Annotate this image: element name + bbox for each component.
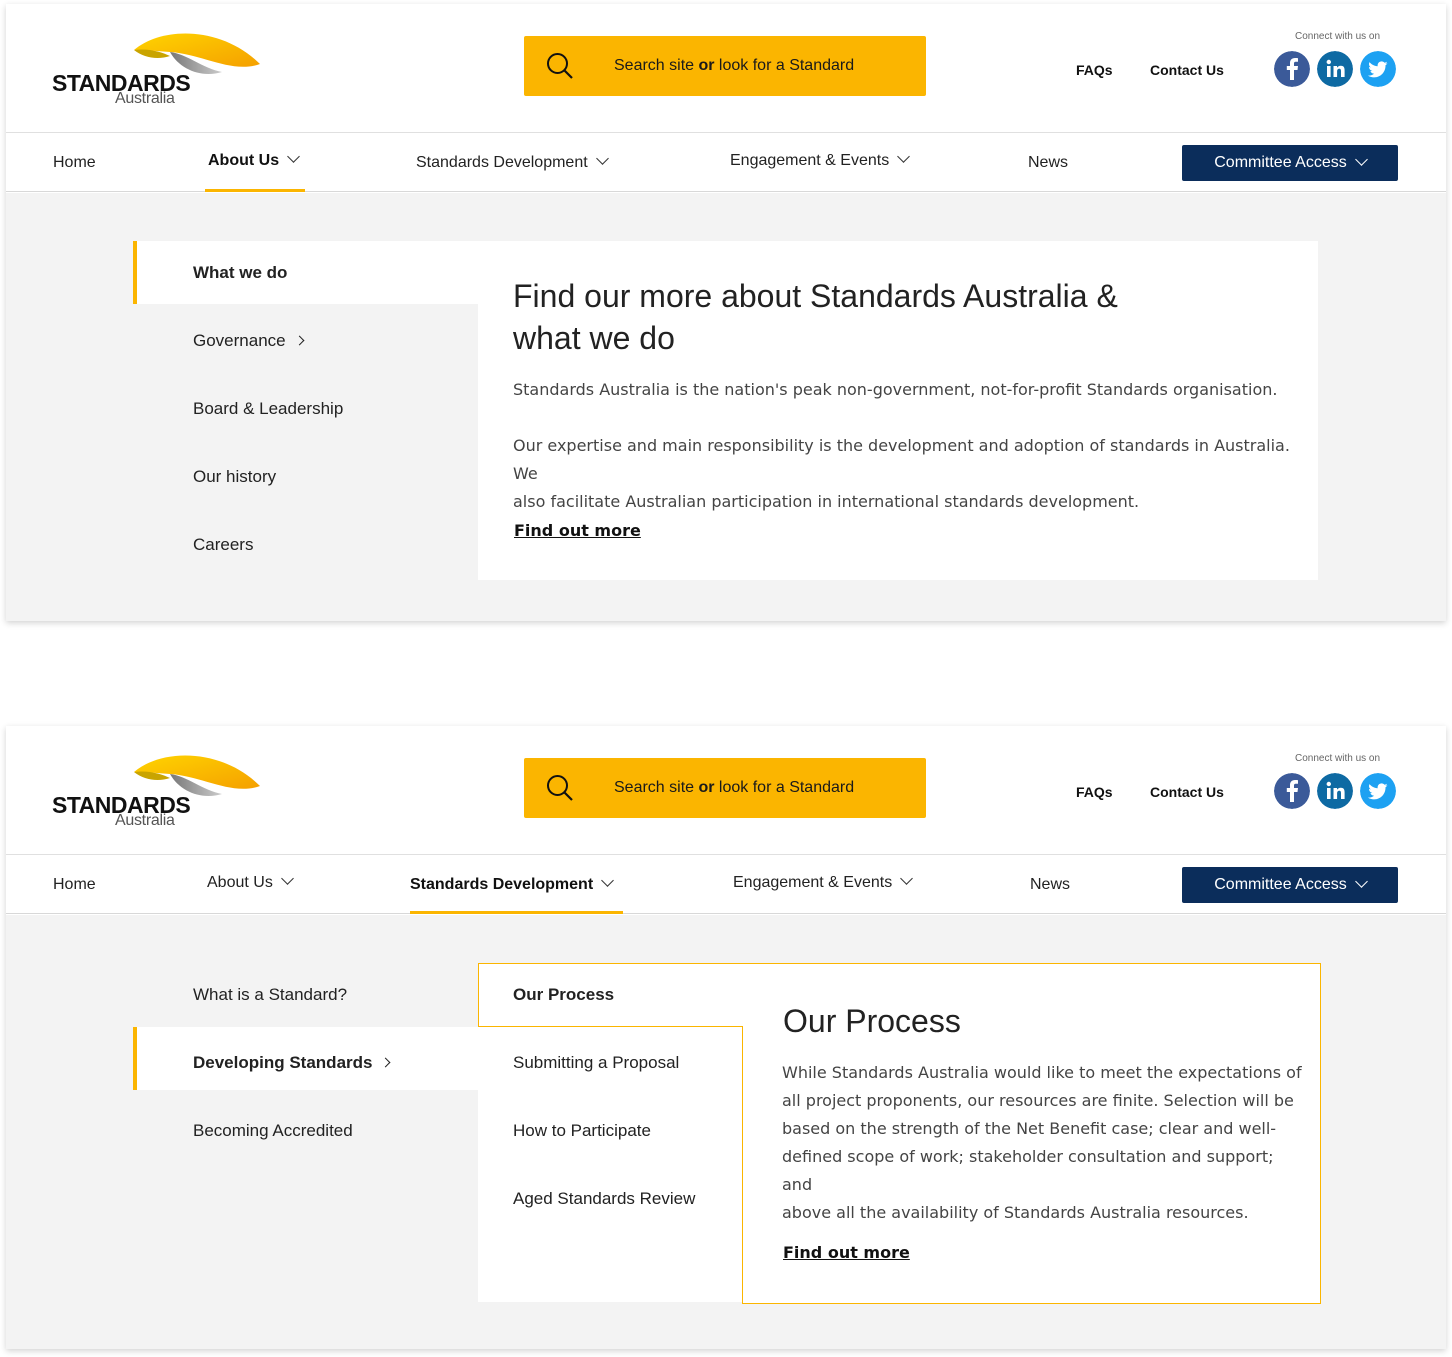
megamenu-content: Our Process While Standards Australia wo… xyxy=(742,963,1321,1304)
nav-engagement-events[interactable]: Engagement & Events xyxy=(730,150,911,170)
submenu-aged-standards-review[interactable]: Aged Standards Review xyxy=(513,1189,695,1209)
submenu-how-to-participate[interactable]: How to Participate xyxy=(513,1121,651,1141)
faqs-link[interactable]: FAQs xyxy=(1076,62,1113,78)
find-out-more-link[interactable]: Find out more xyxy=(783,1243,910,1262)
nav-news[interactable]: News xyxy=(1030,876,1070,894)
site-header: STANDARDS Australia Search site or look … xyxy=(6,726,1446,855)
search-icon xyxy=(547,53,573,79)
menu-becoming-accredited[interactable]: Becoming Accredited xyxy=(193,1121,353,1141)
search-bar[interactable]: Search site or look for a Standard xyxy=(524,758,926,818)
menu-careers[interactable]: Careers xyxy=(193,535,253,555)
twitter-icon[interactable] xyxy=(1360,51,1396,87)
menu-developing-standards[interactable]: Developing Standards xyxy=(193,1053,391,1073)
nav-home[interactable]: Home xyxy=(53,876,96,894)
sidebar-active-item xyxy=(133,241,478,304)
submenu-submitting-a-proposal[interactable]: Submitting a Proposal xyxy=(513,1053,679,1073)
twitter-icon[interactable] xyxy=(1360,773,1396,809)
connect-label: Connect with us on xyxy=(1295,31,1381,42)
linkedin-icon[interactable] xyxy=(1317,51,1353,87)
linkedin-icon[interactable] xyxy=(1317,773,1353,809)
chevron-down-icon xyxy=(900,872,914,885)
chevron-down-icon xyxy=(897,150,911,163)
content-title: Find our more about Standards Australia … xyxy=(513,278,1118,356)
nav-home[interactable]: Home xyxy=(53,154,96,172)
megamenu-content: Find our more about Standards Australia … xyxy=(478,241,1318,580)
standards-australia-logo[interactable]: STANDARDS Australia xyxy=(52,750,264,832)
main-nav: Home About Us Standards Development Enga… xyxy=(6,133,1446,192)
site-header: STANDARDS Australia Search site or look … xyxy=(6,4,1446,133)
menu-what-we-do[interactable]: What we do xyxy=(193,263,287,283)
connect-label: Connect with us on xyxy=(1295,753,1381,764)
find-out-more-link[interactable]: Find out more xyxy=(514,521,641,540)
content-title: Our Process xyxy=(783,1003,961,1039)
chevron-down-icon xyxy=(280,872,294,885)
menu-what-is-a-standard[interactable]: What is a Standard? xyxy=(193,985,347,1005)
chevron-right-icon xyxy=(294,335,305,346)
search-placeholder: Search site or look for a Standard xyxy=(614,779,855,796)
nav-engagement-events[interactable]: Engagement & Events xyxy=(733,872,914,892)
active-tab-indicator xyxy=(410,911,623,914)
chevron-right-icon xyxy=(381,1057,391,1068)
contact-us-link[interactable]: Contact Us xyxy=(1150,784,1224,800)
panel-standards-development: STANDARDS Australia Search site or look … xyxy=(6,726,1446,1349)
active-tab-indicator xyxy=(205,189,305,192)
search-placeholder: Search site or look for a Standard xyxy=(614,57,855,74)
nav-standards-development[interactable]: Standards Development xyxy=(410,874,615,894)
chevron-down-icon xyxy=(287,150,300,163)
nav-about-us[interactable]: About Us xyxy=(207,872,294,892)
chevron-down-icon xyxy=(601,874,615,887)
menu-governance[interactable]: Governance xyxy=(193,331,305,351)
facebook-icon[interactable] xyxy=(1274,773,1310,809)
menu-our-history[interactable]: Our history xyxy=(193,467,276,487)
chevron-down-icon xyxy=(1354,874,1368,888)
panel-about-us: STANDARDS Australia Search site or look … xyxy=(6,4,1446,621)
standards-australia-logo[interactable]: STANDARDS Australia xyxy=(52,28,264,110)
submenu-our-process[interactable]: Our Process xyxy=(513,985,614,1005)
committee-access-button[interactable]: Committee Access xyxy=(1182,867,1398,903)
nav-about-us[interactable]: About Us xyxy=(208,150,300,170)
logo-subtext: Australia xyxy=(115,90,175,107)
about-us-megamenu: What we do Governance Board & Leadership… xyxy=(6,193,1446,621)
nav-news[interactable]: News xyxy=(1028,154,1068,172)
chevron-down-icon xyxy=(1354,152,1368,166)
menu-board-leadership[interactable]: Board & Leadership xyxy=(193,399,343,419)
committee-access-button[interactable]: Committee Access xyxy=(1182,145,1398,181)
logo-subtext: Australia xyxy=(115,812,175,829)
facebook-icon[interactable] xyxy=(1274,51,1310,87)
content-paragraph: While Standards Australia would like to … xyxy=(782,1063,1302,1222)
nav-standards-development[interactable]: Standards Development xyxy=(416,152,609,172)
content-paragraph-2: Our expertise and main responsibility is… xyxy=(513,436,1290,511)
search-bar[interactable]: Search site or look for a Standard xyxy=(524,36,926,96)
chevron-down-icon xyxy=(595,152,609,165)
content-paragraph-1: Standards Australia is the nation's peak… xyxy=(513,380,1278,399)
search-icon xyxy=(547,775,573,801)
contact-us-link[interactable]: Contact Us xyxy=(1150,62,1224,78)
standards-development-megamenu: What is a Standard? Developing Standards… xyxy=(6,915,1446,1349)
faqs-link[interactable]: FAQs xyxy=(1076,784,1113,800)
main-nav: Home About Us Standards Development Enga… xyxy=(6,855,1446,914)
